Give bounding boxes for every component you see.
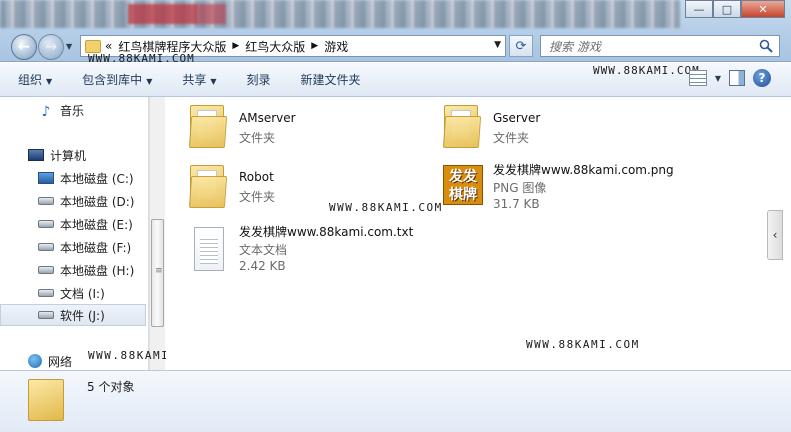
details-pane: 5 个对象: [0, 370, 791, 432]
share-menu[interactable]: 共享 ▼: [182, 71, 216, 88]
back-arrow-icon: ←: [18, 39, 30, 55]
file-type: 文本文档: [239, 243, 288, 257]
watermark: WWW.88KAMI.COM: [593, 64, 700, 77]
hard-drive-icon: [38, 220, 54, 228]
window-controls: — □ ✕: [685, 0, 785, 18]
chevron-right-icon[interactable]: ▶: [232, 41, 239, 51]
folder-icon: [85, 39, 101, 53]
breadcrumb-item[interactable]: 红鸟大众版: [245, 38, 305, 55]
hard-drive-icon: [38, 197, 54, 205]
blurred-background: [0, 0, 680, 28]
file-name: Gserver: [493, 111, 541, 125]
network-icon: [28, 354, 42, 368]
hard-drive-icon: [38, 243, 54, 251]
file-name: 发发棋牌www.88kami.com.txt: [239, 225, 414, 239]
chevron-right-icon[interactable]: ▶: [311, 41, 318, 51]
burn-button[interactable]: 刻录: [247, 71, 271, 88]
file-name: AMserver: [239, 111, 296, 125]
folder-icon[interactable]: [188, 165, 228, 208]
blurred-background-red-2: [198, 4, 226, 24]
forward-button[interactable]: →: [38, 34, 64, 60]
nav-item-drive-i[interactable]: 文档 (I:): [0, 282, 146, 304]
file-type: 文件夹: [239, 131, 276, 145]
chevron-down-icon: ▼: [46, 77, 53, 86]
computer-icon: [28, 149, 44, 161]
preview-pane-icon[interactable]: [729, 70, 745, 86]
include-in-library-menu[interactable]: 包含到库中 ▼: [82, 71, 152, 88]
chevron-down-icon[interactable]: ▼: [494, 40, 501, 50]
organize-menu[interactable]: 组织 ▼: [18, 71, 52, 88]
folder-icon[interactable]: [188, 105, 228, 148]
grip-icon: ≡: [155, 266, 163, 276]
file-name: 发发棋牌www.88kami.com.png: [493, 163, 674, 177]
search-icon[interactable]: [759, 39, 773, 53]
nav-scrollbar[interactable]: ≡: [149, 97, 165, 370]
folder-icon: [28, 379, 64, 421]
expand-pane-button[interactable]: ‹: [767, 210, 783, 260]
file-type: PNG 图像: [493, 181, 547, 195]
file-type: 文件夹: [239, 190, 276, 204]
minimize-button[interactable]: —: [685, 0, 713, 18]
nav-item-drive-j[interactable]: 软件 (J:): [0, 304, 146, 326]
file-item-txt[interactable]: 发发棋牌www.88kami.com.txt 文本文档 2.42 KB: [239, 223, 413, 277]
nav-item-drive-f[interactable]: 本地磁盘 (F:): [0, 236, 146, 258]
maximize-button[interactable]: □: [713, 0, 741, 18]
hard-drive-icon: [38, 266, 54, 274]
new-folder-button[interactable]: 新建文件夹: [301, 71, 361, 88]
navigation-pane: ♪ 音乐 计算机 本地磁盘 (C:) 本地磁盘 (D:) 本地磁盘 (E:) 本…: [0, 97, 149, 370]
search-placeholder: 搜索 游戏: [549, 39, 601, 54]
breadcrumb-overflow[interactable]: «: [105, 39, 112, 53]
file-size: 31.7 KB: [493, 197, 540, 211]
nav-item-music[interactable]: ♪ 音乐: [0, 99, 146, 121]
system-drive-icon: [38, 172, 54, 184]
forward-arrow-icon: →: [45, 39, 57, 55]
change-view-icon[interactable]: [688, 70, 707, 86]
nav-scrollbar-thumb[interactable]: ≡: [151, 219, 164, 327]
watermark: WWW.88KAMI.COM: [526, 338, 640, 351]
nav-item-drive-e[interactable]: 本地磁盘 (E:): [0, 213, 146, 235]
breadcrumb-item[interactable]: 游戏: [324, 38, 348, 55]
file-name: Robot: [239, 170, 274, 184]
hard-drive-icon: [38, 289, 54, 297]
file-list: AMserver 文件夹 Gserver 文件夹 Robot 文件夹 发发 棋牌…: [166, 97, 767, 370]
nav-item-drive-h[interactable]: 本地磁盘 (H:): [0, 259, 146, 281]
file-item-png[interactable]: 发发棋牌www.88kami.com.png PNG 图像 31.7 KB: [493, 161, 674, 215]
png-image-icon[interactable]: 发发 棋牌: [443, 165, 483, 205]
folder-icon[interactable]: [442, 105, 482, 148]
item-count: 5 个对象: [87, 380, 135, 394]
hard-drive-icon: [38, 311, 54, 319]
file-size: 2.42 KB: [239, 259, 286, 273]
nav-item-drive-c[interactable]: 本地磁盘 (C:): [0, 167, 146, 189]
recent-pages-dropdown[interactable]: ▼: [66, 42, 72, 51]
blurred-background-red: [128, 4, 198, 24]
toolbar-right: ▼ ?: [688, 69, 771, 87]
chevron-left-icon: ‹: [772, 228, 778, 242]
file-item-robot[interactable]: Robot 文件夹: [239, 170, 275, 206]
file-item-gserver[interactable]: Gserver 文件夹: [493, 111, 540, 147]
close-button[interactable]: ✕: [741, 0, 785, 18]
help-icon[interactable]: ?: [753, 69, 771, 87]
file-type: 文件夹: [493, 131, 530, 145]
chevron-down-icon[interactable]: ▼: [715, 74, 721, 83]
nav-item-computer[interactable]: 计算机: [0, 144, 146, 166]
text-document-icon[interactable]: [194, 227, 224, 271]
nav-item-drive-d[interactable]: 本地磁盘 (D:): [0, 190, 146, 212]
back-button[interactable]: ←: [11, 34, 37, 60]
refresh-button[interactable]: ⟳: [509, 35, 533, 57]
watermark: WWW.88KAMI.COM: [329, 201, 443, 214]
music-icon: ♪: [41, 104, 51, 120]
chevron-down-icon: ▼: [210, 77, 217, 86]
refresh-icon: ⟳: [515, 38, 527, 54]
chevron-down-icon: ▼: [146, 77, 153, 86]
search-input[interactable]: 搜索 游戏: [540, 35, 780, 57]
file-item-amserver[interactable]: AMserver 文件夹: [239, 111, 296, 147]
